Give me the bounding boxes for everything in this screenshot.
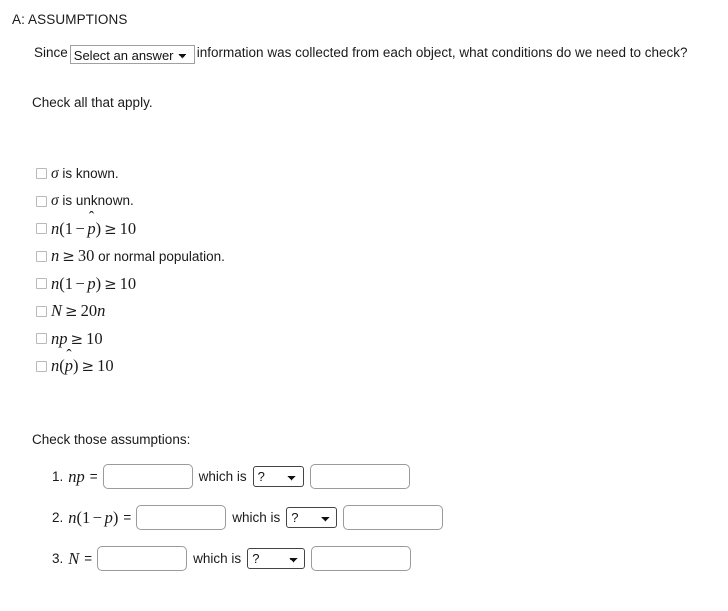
assumption-option-n-phat-ge-10[interactable]: n(p ˆ) ≥10 [36, 346, 456, 381]
reason-input-n-1-minus-p[interactable] [343, 505, 444, 530]
question-lead: Since [34, 45, 68, 60]
reason-input-np[interactable] [309, 464, 410, 489]
row-number: 1. [52, 469, 64, 484]
math-variable: n [51, 356, 60, 376]
math-variable: np [51, 328, 68, 348]
checkbox-n-1-minus-phat-ge-10[interactable] [36, 223, 47, 235]
check-all-instruction: Check all that apply. [32, 95, 153, 110]
checkbox-n-1-minus-p-ge-10[interactable] [36, 278, 47, 290]
math-text: is unknown. [58, 193, 134, 209]
equals-sign: = [84, 551, 93, 566]
checkbox-n-ge-30-or-normal[interactable] [36, 250, 47, 262]
judgement-select-n-1-minus-p[interactable]: ?≥ 10< 10 [286, 507, 338, 528]
checkbox-sigma-known[interactable] [36, 168, 47, 180]
hat-accent-icon: ˆ [66, 346, 72, 364]
answer-type-select[interactable]: Select an answercategoricalquantitative [69, 45, 195, 64]
math-variable: p [104, 507, 113, 527]
option-label-n-1-minus-phat-ge-10[interactable]: n(1− p ˆ) ≥10 [51, 209, 137, 239]
value-input-np[interactable] [102, 464, 193, 489]
math-number: 20 [80, 301, 98, 321]
option-label-N-ge-20n[interactable]: N ≥20n [51, 301, 105, 321]
judgement-select-N[interactable]: ?≥ 20n< 20n [247, 548, 306, 569]
math-number: (1 [59, 273, 73, 293]
row-number: 2. [52, 510, 64, 525]
math-number: 10 [119, 273, 137, 293]
value-input-N[interactable] [97, 546, 188, 571]
math-number: ) [73, 356, 79, 376]
math-operator: − [75, 273, 85, 293]
assumption-option-sigma-unknown[interactable]: σ is unknown. [36, 188, 456, 216]
math-sigma: σ [51, 164, 59, 182]
math-text: is known. [58, 165, 119, 181]
assumption-option-sigma-known[interactable]: σ is known. [36, 160, 456, 188]
assumption-row-np: 1. np = which is ?≥ 10< 10 [52, 464, 443, 489]
row-expression: np [68, 467, 85, 487]
assumption-option-np-ge-10[interactable]: np ≥10 [36, 325, 456, 353]
math-greater-equal: ≥ [104, 219, 117, 238]
math-variable: N [68, 548, 80, 568]
which-is-label: which is [193, 551, 242, 566]
math-greater-equal: ≥ [65, 302, 78, 321]
which-is-label: which is [198, 469, 247, 484]
assumption-option-n-ge-30-or-normal[interactable]: n ≥30 or normal population. [36, 243, 456, 271]
math-text: or normal population. [94, 249, 225, 265]
row-expression: N [68, 549, 79, 569]
question-paragraph: SinceSelect an answercategoricalquantita… [12, 42, 706, 64]
math-variable: n [51, 246, 60, 266]
math-number: ) [112, 507, 119, 527]
math-variable: n [51, 273, 60, 293]
option-label-np-ge-10[interactable]: np ≥10 [51, 329, 103, 349]
math-variable: N [51, 301, 63, 321]
which-is-label: which is [232, 510, 281, 525]
math-greater-equal: ≥ [70, 329, 84, 348]
checkbox-np-ge-10[interactable] [36, 333, 47, 345]
option-label-n-ge-30-or-normal[interactable]: n ≥30 or normal population. [51, 246, 225, 266]
math-number: 10 [119, 218, 137, 238]
math-number: 10 [97, 356, 114, 376]
assumption-option-n-1-minus-phat-ge-10[interactable]: n(1− p ˆ) ≥10 [36, 209, 456, 243]
hat-accent-icon: ˆ [88, 209, 95, 227]
equals-sign: = [89, 469, 98, 484]
assumption-check-rows: 1.np=which is?≥ 10< 102.n(1−p)=which is?… [52, 464, 444, 587]
math-variable: n [97, 301, 106, 321]
question-tail: information was collected from each obje… [196, 45, 688, 60]
option-label-sigma-known[interactable]: σ is known. [51, 165, 119, 183]
value-input-n-1-minus-p[interactable] [136, 505, 227, 530]
math-greater-equal: ≥ [81, 357, 95, 376]
judgement-select-np[interactable]: ?≥ 10< 10 [252, 466, 304, 487]
math-variable: p [87, 273, 96, 293]
assumption-option-N-ge-20n[interactable]: N ≥20n [36, 298, 456, 326]
math-number: 10 [86, 328, 103, 348]
math-operator: − [92, 507, 103, 527]
assumption-option-n-1-minus-p-ge-10[interactable]: n(1− p) ≥10 [36, 270, 456, 298]
checkbox-sigma-unknown[interactable] [36, 195, 47, 207]
check-those-label: Check those assumptions: [32, 432, 191, 447]
equals-sign: = [123, 510, 132, 525]
math-variable-hat: pˆ [87, 209, 96, 238]
checkbox-N-ge-20n[interactable] [36, 305, 47, 317]
math-variable: n [68, 507, 77, 527]
math-number: (1 [76, 507, 91, 527]
row-number: 3. [52, 551, 64, 566]
math-variable: n [51, 218, 60, 238]
option-label-n-1-minus-p-ge-10[interactable]: n(1− p) ≥10 [51, 274, 136, 294]
assumption-options-list: σ is known. σ is unknown. n(1− p ˆ) ≥10 n ≥30 o… [36, 160, 456, 380]
math-variable: np [68, 466, 85, 486]
checkbox-n-phat-ge-10[interactable] [36, 360, 47, 372]
math-variable-hat: pˆ [64, 346, 73, 376]
math-sigma: σ [51, 192, 59, 210]
math-greater-equal: ≥ [62, 247, 75, 266]
math-operator: − [75, 218, 85, 238]
math-number: (1 [59, 218, 73, 238]
option-label-n-phat-ge-10[interactable]: n(p ˆ) ≥10 [51, 346, 114, 376]
row-expression: n(1− p) [68, 508, 118, 528]
math-greater-equal: ≥ [104, 274, 117, 293]
reason-input-N[interactable] [311, 546, 412, 571]
assumption-row-N: 3. N = which is ?≥ 20n< 20n [52, 546, 443, 571]
math-number: 30 [77, 246, 95, 266]
page-title: A: ASSUMPTIONS [12, 12, 128, 27]
assumption-row-n-1-minus-p: 2. n(1−p) = which is ?≥ 10< 10 [52, 505, 444, 530]
option-label-sigma-unknown[interactable]: σ is unknown. [51, 192, 134, 210]
